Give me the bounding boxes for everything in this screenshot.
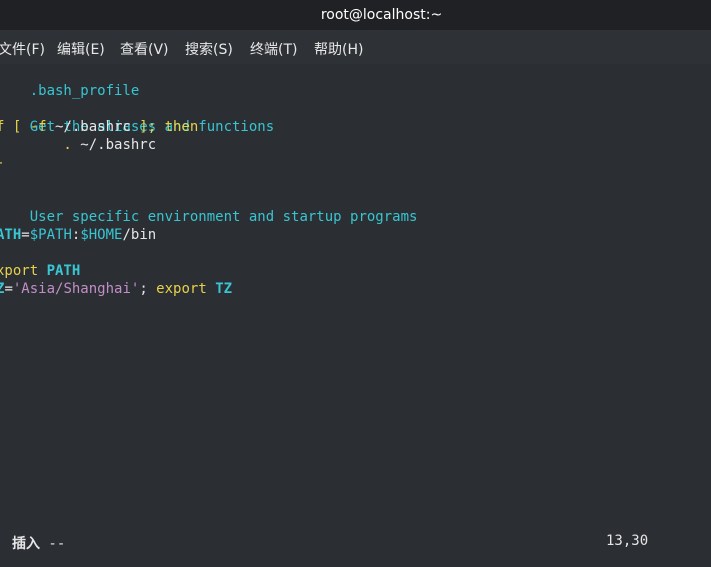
variable-name: TZ <box>215 281 233 297</box>
menu-search[interactable]: 搜索(S) <box>185 39 233 59</box>
menu-view[interactable]: 查看(V) <box>120 39 169 59</box>
comment-text: User specific environment and startup pr… <box>29 209 418 225</box>
window-title: root@localhost:~ <box>320 7 443 23</box>
code-line-4: f [ -f ~/.bashrc ]; then <box>0 118 198 136</box>
string-literal: 'Asia/Shanghai' <box>12 281 140 297</box>
menu-terminal[interactable]: 终端(T) <box>250 39 297 59</box>
operator: = <box>4 281 13 297</box>
keyword-text: - <box>0 155 4 171</box>
keyword-text: [ -f <box>4 119 56 135</box>
terminal-area[interactable]: .bash_profile Get the aliases and functi… <box>0 64 711 567</box>
mode-indicator: 插入 -- <box>12 533 65 553</box>
path-text: ~/.bashrc <box>80 137 157 153</box>
variable-ref: $HOME <box>80 227 123 243</box>
title-bar: root@localhost:~ <box>0 0 711 30</box>
keyword-text: export <box>156 281 216 297</box>
menu-help[interactable]: 帮助(H) <box>314 39 363 59</box>
cursor-position: 13,30 <box>606 533 649 549</box>
variable-ref: $PATH <box>29 227 72 243</box>
menu-file[interactable]: 文件(F) <box>0 39 45 59</box>
code-line-5: . ~/.bashrc <box>0 136 156 154</box>
source-dot: . <box>0 137 81 153</box>
operator: ; <box>139 281 157 297</box>
path-text: /bin <box>122 227 157 243</box>
menu-bar: 文件(F) 编辑(E) 查看(V) 搜索(S) 终端(T) 帮助(H) <box>0 30 711 65</box>
code-line-1: .bash_profile <box>0 64 140 99</box>
menu-edit[interactable]: 编辑(E) <box>57 39 105 59</box>
keyword-text: xport <box>0 263 47 279</box>
comment-text: .bash_profile <box>29 83 140 99</box>
code-line-3: Get the aliases and functions <box>0 100 274 135</box>
code-line-10: ATH=$PATH:$HOME/bin <box>0 226 156 244</box>
code-line-6: - <box>0 154 4 172</box>
keyword-text: ]; then <box>130 119 199 135</box>
path-text: ~/.bashrc <box>55 119 131 135</box>
code-line-13: Z='Asia/Shanghai'; export TZ <box>0 280 232 298</box>
insert-mode-label: 插入 <box>12 536 40 552</box>
mode-dashes: -- <box>40 536 66 552</box>
code-line-12: xport PATH <box>0 262 80 280</box>
variable-name: PATH <box>46 263 81 279</box>
operator: = <box>21 227 30 243</box>
variable-name: ATH <box>0 227 22 243</box>
code-line-8: User specific environment and startup pr… <box>0 190 418 225</box>
